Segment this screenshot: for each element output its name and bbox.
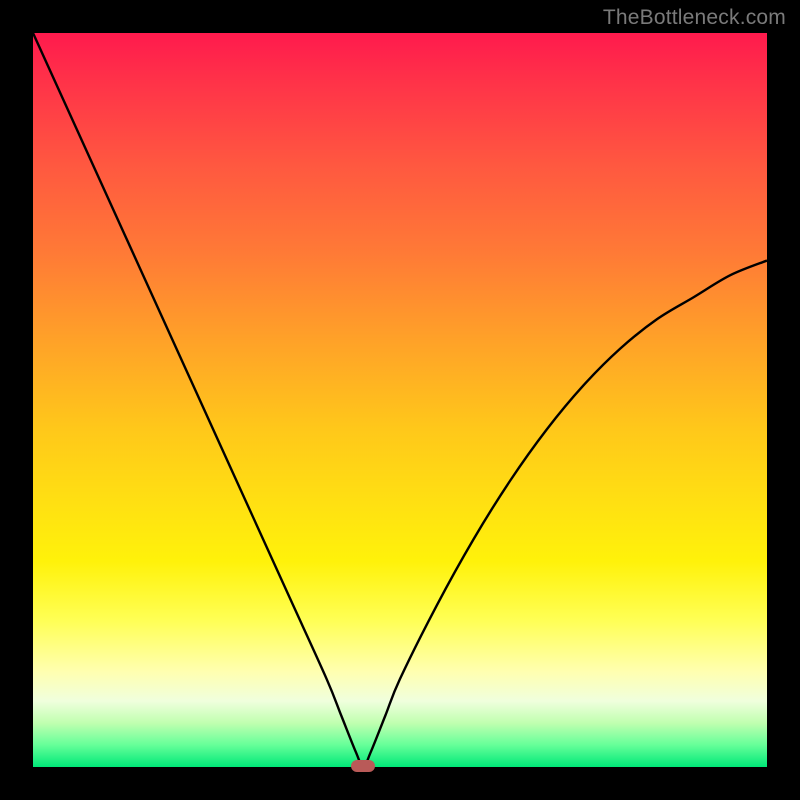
optimal-point-marker — [351, 760, 375, 772]
plot-area — [33, 33, 767, 767]
outer-frame: TheBottleneck.com — [0, 0, 800, 800]
curve-line — [33, 33, 767, 767]
bottleneck-curve — [33, 33, 767, 767]
watermark-text: TheBottleneck.com — [603, 6, 786, 30]
